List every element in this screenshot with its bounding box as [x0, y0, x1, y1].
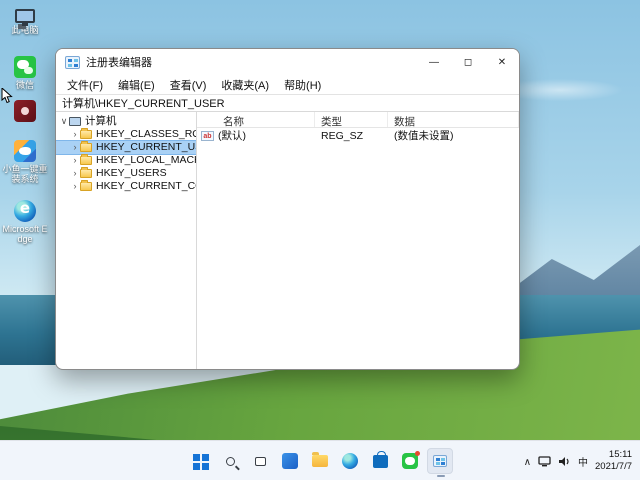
chevron-down-icon[interactable]: ∨ — [59, 115, 69, 128]
network-icon[interactable] — [538, 455, 551, 467]
column-header-name[interactable]: 名称 — [197, 112, 315, 128]
minimize-button[interactable]: — — [417, 49, 451, 75]
menu-bar: 文件(F) 编辑(E) 查看(V) 收藏夹(A) 帮助(H) — [56, 75, 519, 94]
app-icon — [14, 100, 36, 122]
column-header-type[interactable]: 类型 — [315, 112, 388, 128]
window-content: ∨ 计算机 › HKEY_CLASSES_ROOT › HKEY_CURRENT… — [56, 112, 519, 369]
edge-button[interactable] — [337, 448, 363, 474]
registry-tree-pane: ∨ 计算机 › HKEY_CLASSES_ROOT › HKEY_CURRENT… — [56, 112, 197, 369]
desktop-icon-label: 此电脑 — [11, 25, 39, 35]
reg-sz-icon: ab — [201, 130, 214, 141]
address-bar[interactable]: 计算机\HKEY_CURRENT_USER — [56, 94, 519, 112]
search-icon — [225, 456, 235, 466]
regedit-icon — [433, 455, 447, 467]
value-type: REG_SZ — [321, 129, 364, 142]
folder-icon — [80, 141, 92, 152]
taskbar: ∧ 中 15:11 2021/7/7 — [0, 440, 640, 480]
mouse-cursor — [1, 86, 13, 109]
folder-icon — [80, 167, 92, 178]
task-view-button[interactable] — [247, 448, 273, 474]
tree-item-label: HKEY_USERS — [96, 167, 167, 179]
wechat-icon — [14, 56, 36, 78]
folder-icon — [312, 452, 328, 467]
search-button[interactable] — [217, 448, 243, 474]
task-view-icon — [254, 456, 266, 466]
tree-item-computer[interactable]: ∨ 计算机 — [56, 115, 196, 128]
chevron-right-icon[interactable]: › — [70, 167, 80, 180]
desktop-icon-wechat[interactable]: 微信 — [0, 56, 50, 90]
close-button[interactable]: ✕ — [485, 49, 519, 75]
xiaoyu-icon — [14, 140, 36, 162]
store-icon — [372, 450, 388, 468]
regedit-taskbar-button[interactable] — [427, 448, 453, 477]
menu-help[interactable]: 帮助(H) — [277, 75, 328, 95]
menu-view[interactable]: 查看(V) — [163, 75, 214, 95]
widgets-icon — [282, 453, 298, 469]
window-title: 注册表编辑器 — [86, 57, 152, 69]
menu-file[interactable]: 文件(F) — [60, 75, 110, 95]
hidden-icons-chevron[interactable]: ∧ — [524, 457, 531, 468]
desktop-icon-xiaoyu[interactable]: 小鱼一键重装系统 — [0, 140, 50, 185]
tree-item-hkey-classes-root[interactable]: › HKEY_CLASSES_ROOT — [56, 128, 196, 141]
edge-icon — [342, 453, 358, 469]
wechat-icon — [402, 451, 420, 469]
this-pc-icon — [15, 9, 35, 26]
value-name: (默认) — [218, 130, 246, 142]
tree-item-label: HKEY_LOCAL_MACHINE — [96, 154, 196, 166]
desktop: 此电脑 微信 小鱼一键重装系统 Microsoft Edge 注册表编辑器 — … — [0, 0, 640, 480]
chevron-right-icon[interactable]: › — [70, 180, 80, 193]
tree-item-hkey-current-user[interactable]: › HKEY_CURRENT_USER — [56, 140, 196, 155]
folder-icon — [80, 180, 92, 191]
volume-icon[interactable] — [558, 456, 571, 467]
value-row-default[interactable]: ab (默认) REG_SZ (数值未设置) — [197, 128, 519, 143]
menu-favorites[interactable]: 收藏夹(A) — [214, 75, 276, 95]
desktop-icon-label: Microsoft Edge — [2, 224, 48, 245]
column-header-data[interactable]: 数据 — [388, 112, 519, 128]
tree-item-label: HKEY_CURRENT_USER — [96, 141, 196, 153]
tree-item-hkey-current-config[interactable]: › HKEY_CURRENT_CONFIG — [56, 180, 196, 193]
maximize-button[interactable]: ◻ — [451, 49, 485, 75]
folder-icon — [80, 128, 92, 139]
regedit-window: 注册表编辑器 — ◻ ✕ 文件(F) 编辑(E) 查看(V) 收藏夹(A) 帮助… — [55, 48, 520, 370]
ime-indicator[interactable]: 中 — [578, 454, 588, 469]
chevron-right-icon[interactable]: › — [70, 128, 80, 141]
computer-icon — [69, 117, 81, 126]
wechat-taskbar-button[interactable] — [397, 448, 423, 474]
title-bar[interactable]: 注册表编辑器 — ◻ ✕ — [56, 49, 519, 75]
clock-time: 15:11 — [608, 449, 632, 461]
store-button[interactable] — [367, 448, 393, 474]
tree-item-label: HKEY_CURRENT_CONFIG — [96, 180, 196, 192]
value-data: (数值未设置) — [394, 130, 454, 142]
menu-edit[interactable]: 编辑(E) — [111, 75, 162, 95]
tree-item-hkey-users[interactable]: › HKEY_USERS — [56, 167, 196, 180]
chevron-right-icon[interactable]: › — [70, 154, 80, 167]
tree-item-label: HKEY_CLASSES_ROOT — [96, 128, 196, 140]
regedit-app-icon — [65, 55, 80, 69]
list-header: 名称 类型 数据 — [197, 112, 519, 128]
values-list-pane: 名称 类型 数据 ab (默认) REG_SZ (数值未设置) — [197, 112, 519, 369]
folder-icon — [80, 154, 92, 165]
clock-date: 2021/7/7 — [595, 461, 632, 472]
desktop-icon-this-pc[interactable]: 此电脑 — [0, 6, 50, 35]
file-explorer-button[interactable] — [307, 448, 333, 474]
desktop-icon-label: 微信 — [15, 80, 34, 90]
system-tray: ∧ 中 15:11 2021/7/7 — [524, 441, 636, 480]
desktop-icon-label: 小鱼一键重装系统 — [2, 164, 48, 185]
windows-logo-icon — [192, 453, 200, 461]
taskbar-clock[interactable]: 15:11 2021/7/7 — [595, 449, 632, 473]
tree-item-label: 计算机 — [85, 115, 117, 127]
widgets-button[interactable] — [277, 448, 303, 474]
desktop-icon-edge[interactable]: Microsoft Edge — [0, 199, 50, 245]
edge-icon — [14, 199, 36, 222]
chevron-right-icon[interactable]: › — [70, 141, 80, 154]
tree-item-hkey-local-machine[interactable]: › HKEY_LOCAL_MACHINE — [56, 154, 196, 167]
start-button[interactable] — [187, 448, 213, 474]
